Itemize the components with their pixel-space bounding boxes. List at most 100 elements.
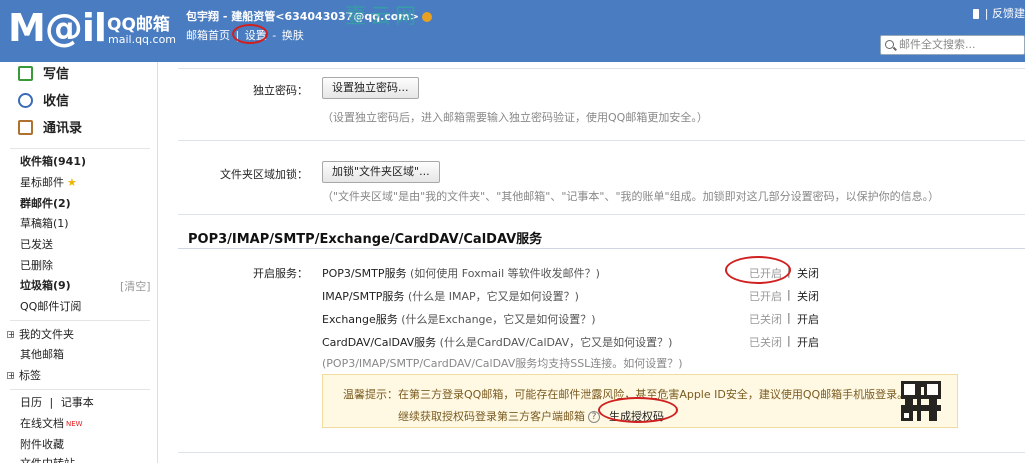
service-toggle-link[interactable]: 开启 bbox=[797, 311, 819, 327]
service-name: POP3/SMTP服务 bbox=[322, 267, 407, 280]
folder-group[interactable]: 群邮件(2) bbox=[20, 196, 71, 212]
service-toggle-link[interactable]: 开启 bbox=[797, 334, 819, 350]
sidebar: 写信 收信 通讯录 收件箱(941) 星标邮件 ★ 群邮件(2) 草稿箱(1) 已… bbox=[0, 62, 158, 463]
write-button[interactable]: 写信 bbox=[18, 64, 69, 86]
watermark: 壹云网 bbox=[345, 4, 420, 28]
tip-line-2: 继续获取授权码登录第三方客户端邮箱? bbox=[398, 408, 600, 424]
row-divider bbox=[178, 452, 1025, 453]
logo-brand: QQ邮箱 bbox=[107, 15, 170, 35]
folder-lock-hint: （"文件夹区域"是由"我的文件夹"、"其他邮箱"、"记事本"、"我的账单"组成。… bbox=[322, 190, 940, 203]
help-icon[interactable]: ? bbox=[588, 411, 600, 423]
nav-sep: - bbox=[272, 29, 277, 42]
generate-auth-code-link[interactable]: 生成授权码 bbox=[609, 408, 664, 424]
tools-row: 日历 | 记事本 bbox=[20, 395, 94, 411]
tree-my-folders[interactable]: + 我的文件夹 bbox=[7, 327, 74, 343]
service-state: 已开启 bbox=[749, 290, 782, 303]
mobile-icon[interactable] bbox=[972, 9, 979, 19]
service-pop3-smtp: POP3/SMTP服务 (如何使用 Foxmail 等软件收发邮件？) bbox=[322, 265, 600, 281]
compose-icon bbox=[18, 66, 33, 81]
qqmail-logo[interactable]: M@il bbox=[8, 6, 108, 50]
state-sep: | bbox=[787, 334, 791, 347]
open-service-label: 开启服务： bbox=[253, 267, 308, 280]
ssl-note[interactable]: (POP3/IMAP/SMTP/CardDAV/CalDAV服务均支持SSL连接… bbox=[322, 355, 683, 371]
expand-icon[interactable]: + bbox=[7, 371, 15, 379]
security-tip-box: 温馨提示：在第三方登录QQ邮箱，可能存在邮件泄露风险，甚至危害Apple ID安… bbox=[322, 374, 958, 428]
sidebar-divider bbox=[10, 389, 150, 390]
state-sep: | bbox=[787, 311, 791, 324]
service-state: 已关闭 bbox=[749, 336, 782, 349]
receive-button[interactable]: 收信 bbox=[18, 91, 69, 113]
junk-clear-link[interactable]: [清空] bbox=[120, 278, 151, 294]
top-right-links: | 反馈建 bbox=[972, 5, 1025, 21]
folder-starred[interactable]: 星标邮件 ★ bbox=[20, 175, 77, 191]
service-carddav-caldav: CardDAV/CalDAV服务 (什么是CardDAV/CalDAV，它又是如… bbox=[322, 334, 672, 350]
online-docs-label: 在线文档 bbox=[20, 417, 64, 430]
contacts-button[interactable]: 通讯录 bbox=[18, 118, 82, 140]
nav-sep: | bbox=[235, 29, 240, 42]
write-label: 写信 bbox=[43, 67, 70, 82]
nav-skin-link[interactable]: 换肤 bbox=[282, 29, 304, 42]
state-sep: | bbox=[787, 288, 791, 301]
section-divider bbox=[178, 248, 1025, 249]
notebook-link[interactable]: 记事本 bbox=[61, 396, 94, 409]
sidebar-divider bbox=[10, 320, 150, 321]
folder-lock-label: 文件夹区域加锁： bbox=[220, 168, 308, 181]
search-placeholder: 邮件全文搜索... bbox=[899, 38, 976, 51]
section-title: POP3/IMAP/SMTP/Exchange/CardDAV/CalDAV服务 bbox=[188, 232, 543, 247]
service-exchange: Exchange服务 (什么是Exchange，它又是如何设置？) bbox=[322, 311, 596, 327]
folder-deleted[interactable]: 已删除 bbox=[20, 258, 53, 274]
qr-corner bbox=[901, 410, 912, 421]
contacts-icon bbox=[18, 120, 33, 135]
folder-inbox[interactable]: 收件箱(941) bbox=[20, 154, 86, 170]
folder-lock-button[interactable]: 加锁"文件夹区域"... bbox=[322, 161, 440, 183]
service-state: 已开启 bbox=[749, 267, 782, 280]
tip-line-2-text: 继续获取授权码登录第三方客户端邮箱 bbox=[398, 410, 585, 423]
header: M@il QQ邮箱 mail.qq.com 包宇翔 - 建船资管<6340430… bbox=[0, 0, 1025, 62]
nav-home-link[interactable]: 邮箱首页 bbox=[186, 29, 230, 42]
service-state: 已关闭 bbox=[749, 313, 782, 326]
tree-tags-label: 标签 bbox=[19, 369, 41, 382]
calendar-link[interactable]: 日历 bbox=[20, 396, 42, 409]
header-nav: 邮箱首页 | 设置 - 换肤 bbox=[186, 27, 306, 43]
folder-sent[interactable]: 已发送 bbox=[20, 237, 53, 253]
tree-my-folders-label: 我的文件夹 bbox=[19, 328, 74, 341]
service-name: Exchange服务 bbox=[322, 313, 398, 326]
expand-icon[interactable]: + bbox=[7, 330, 15, 338]
logo-url: mail.qq.com bbox=[108, 33, 177, 46]
set-indep-pwd-button[interactable]: 设置独立密码... bbox=[322, 77, 419, 99]
search-input[interactable]: 邮件全文搜索... bbox=[880, 35, 1025, 55]
search-icon bbox=[885, 40, 894, 49]
service-help-link[interactable]: (什么是 IMAP，它又是如何设置？) bbox=[408, 290, 579, 303]
nav-settings-link[interactable]: 设置 bbox=[245, 29, 267, 42]
new-badge: NEW bbox=[66, 420, 83, 428]
sidebar-divider bbox=[10, 148, 150, 149]
contacts-label: 通讯录 bbox=[43, 121, 83, 136]
service-toggle-link[interactable]: 关闭 bbox=[797, 288, 819, 304]
row-divider bbox=[178, 140, 1025, 141]
tools-sep: | bbox=[49, 396, 54, 409]
file-transfer-link[interactable]: 文件中转站 bbox=[20, 456, 75, 463]
logo-mail-text: M@il bbox=[8, 6, 107, 50]
star-icon: ★ bbox=[67, 176, 77, 189]
attachments-link[interactable]: 附件收藏 bbox=[20, 437, 64, 453]
service-toggle-link[interactable]: 关闭 bbox=[797, 265, 819, 281]
folder-starred-label: 星标邮件 bbox=[20, 176, 64, 189]
settings-main: 独立密码： 设置独立密码... （设置独立密码后，进入邮箱需要输入独立密码验证，… bbox=[168, 62, 1025, 463]
folder-other-mailbox[interactable]: 其他邮箱 bbox=[20, 347, 64, 363]
folder-drafts[interactable]: 草稿箱(1) bbox=[20, 216, 69, 232]
service-help-link[interactable]: (如何使用 Foxmail 等软件收发邮件？) bbox=[410, 267, 600, 280]
vip-badge-icon bbox=[422, 12, 433, 22]
indep-pwd-label: 独立密码： bbox=[253, 84, 308, 97]
tree-tags[interactable]: + 标签 bbox=[7, 368, 41, 384]
service-help-link[interactable]: (什么是Exchange，它又是如何设置？) bbox=[401, 313, 595, 326]
receive-label: 收信 bbox=[43, 94, 70, 109]
row-divider bbox=[178, 68, 1025, 69]
tip-line-1: 温馨提示：在第三方登录QQ邮箱，可能存在邮件泄露风险，甚至危害Apple ID安… bbox=[343, 388, 909, 401]
folder-junk[interactable]: 垃圾箱(9) bbox=[20, 278, 71, 294]
service-help-link[interactable]: (什么是CardDAV/CalDAV，它又是如何设置？) bbox=[440, 336, 673, 349]
online-docs-link[interactable]: 在线文档 NEW bbox=[20, 416, 83, 432]
feedback-link[interactable]: | 反馈建 bbox=[985, 7, 1025, 20]
row-divider bbox=[178, 214, 1025, 215]
state-sep: | bbox=[787, 265, 791, 278]
folder-subscription[interactable]: QQ邮件订阅 bbox=[20, 299, 81, 315]
